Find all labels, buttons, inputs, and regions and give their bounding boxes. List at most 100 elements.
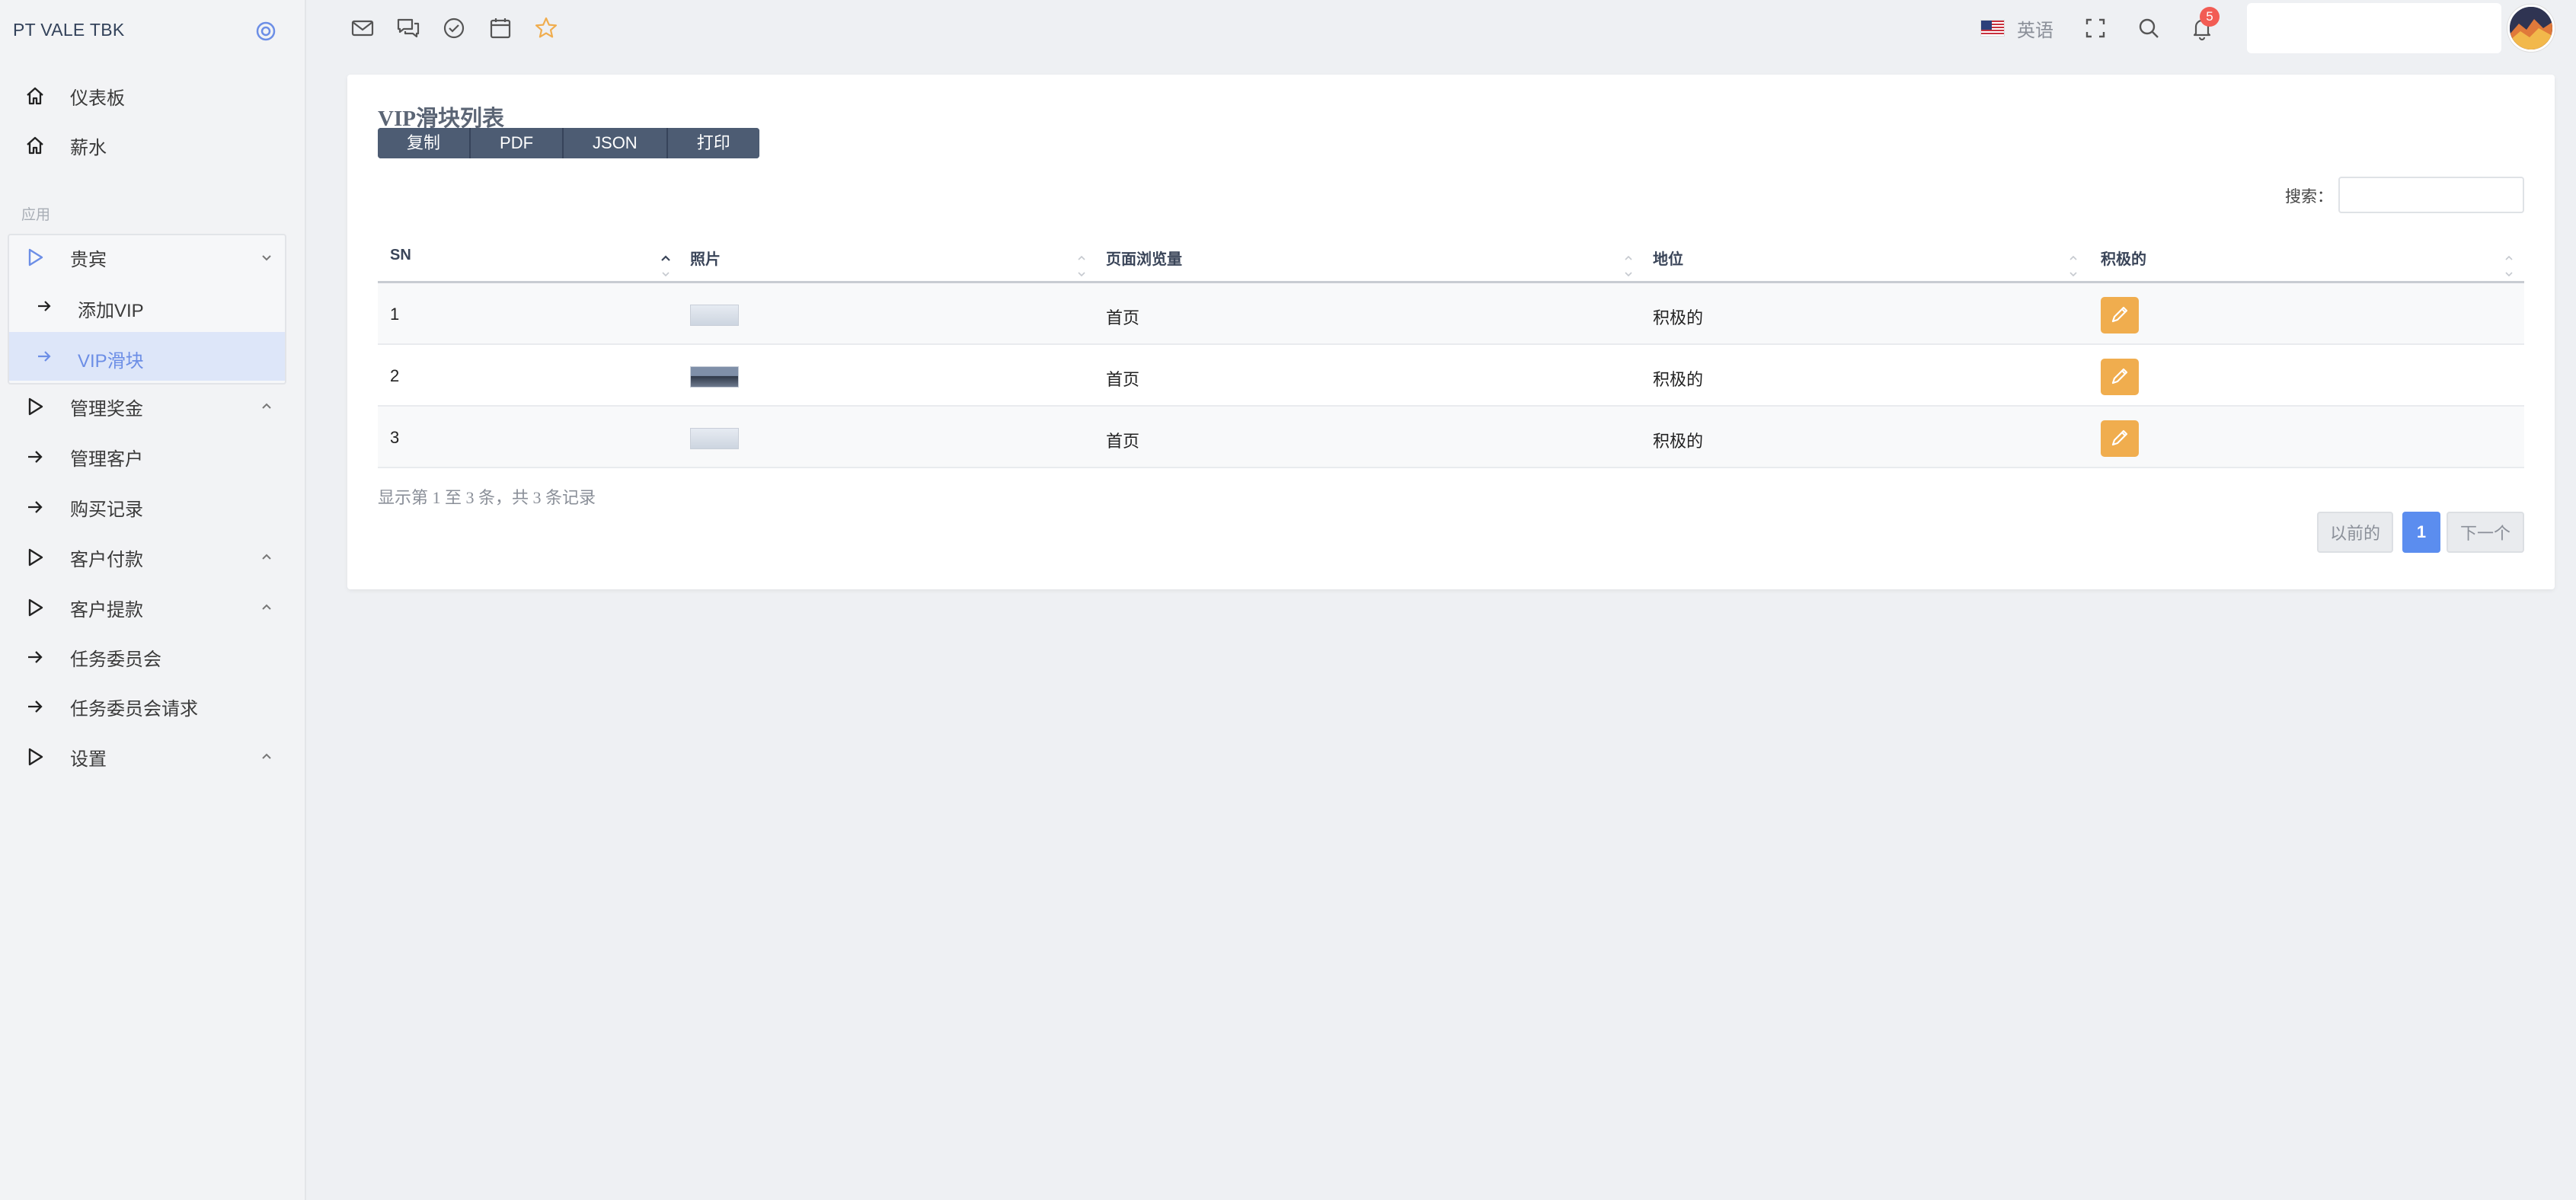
chevron-up-icon bbox=[259, 550, 274, 565]
arrow-right-icon bbox=[24, 446, 46, 468]
json-button[interactable]: JSON bbox=[564, 128, 668, 158]
mail-icon[interactable] bbox=[350, 15, 376, 41]
sort-icon[interactable] bbox=[2067, 250, 2079, 280]
chevron-up-icon bbox=[259, 399, 274, 414]
sidebar-item-purchases[interactable]: 购买记录 bbox=[8, 483, 286, 531]
sidebar-item-customer-payments[interactable]: 客户付款 bbox=[8, 533, 286, 582]
home-icon bbox=[24, 135, 46, 156]
sort-asc-icon[interactable] bbox=[660, 250, 672, 280]
search-label: 搜索： bbox=[2285, 188, 2333, 206]
play-icon bbox=[24, 396, 46, 417]
sidebar-item-label: 管理奖金 bbox=[70, 398, 143, 420]
page-1-button[interactable]: 1 bbox=[2402, 512, 2440, 553]
cell-sn: 1 bbox=[390, 305, 400, 324]
language-selector[interactable]: 英语 bbox=[1980, 15, 2053, 41]
arrow-right-icon bbox=[35, 297, 53, 315]
arrow-right-icon bbox=[24, 696, 46, 717]
copy-button[interactable]: 复制 bbox=[378, 128, 471, 158]
export-button-group: 复制 PDF JSON 打印 bbox=[378, 128, 759, 158]
vip-table: SN 照片 页面浏览量 地位 积极的 1 首页 积极的 2 首页 积极的 3 首… bbox=[378, 233, 2524, 468]
edit-button[interactable] bbox=[2101, 420, 2139, 457]
sidebar-item-label: 客户提款 bbox=[70, 599, 143, 621]
section-label: 应用 bbox=[21, 207, 51, 223]
table-search-input[interactable] bbox=[2338, 177, 2524, 213]
calendar-icon[interactable] bbox=[487, 15, 513, 41]
arrow-right-icon bbox=[24, 646, 46, 668]
cell-sn: 2 bbox=[390, 366, 400, 385]
chevron-up-icon bbox=[259, 749, 274, 764]
sidebar-item-label: 薪水 bbox=[70, 137, 107, 158]
cell-status: 积极的 bbox=[1653, 432, 1704, 451]
table-header: SN 照片 页面浏览量 地位 积极的 bbox=[378, 233, 2524, 283]
sidebar-item-task-committee[interactable]: 任务委员会 bbox=[8, 633, 286, 681]
sort-icon[interactable] bbox=[1622, 250, 1635, 280]
sort-icon[interactable] bbox=[2503, 250, 2515, 280]
sidebar: PT VALE TBK 仪表板 薪水 应用 贵宾 添加VIP VIP滑块 管理奖… bbox=[0, 0, 306, 1200]
column-header-photo[interactable]: 照片 bbox=[690, 247, 721, 269]
play-icon bbox=[24, 746, 46, 768]
sidebar-item-add-vip[interactable]: 添加VIP bbox=[9, 282, 285, 330]
sidebar-item-settings[interactable]: 设置 bbox=[8, 732, 286, 781]
sidebar-item-label: VIP滑块 bbox=[78, 351, 144, 372]
sort-icon[interactable] bbox=[1075, 250, 1088, 280]
play-icon bbox=[24, 247, 46, 268]
language-label: 英语 bbox=[2017, 20, 2053, 41]
photo-thumbnail[interactable] bbox=[690, 428, 739, 449]
cell-page: 首页 bbox=[1106, 370, 1140, 389]
sidebar-item-label: 贵宾 bbox=[70, 249, 107, 270]
avatar[interactable] bbox=[2507, 5, 2555, 52]
sidebar-item-label: 购买记录 bbox=[70, 499, 143, 520]
play-icon bbox=[24, 597, 46, 618]
top-search-input[interactable] bbox=[2247, 3, 2501, 53]
table-row: 3 首页 积极的 bbox=[378, 407, 2524, 468]
pdf-button[interactable]: PDF bbox=[471, 128, 564, 158]
sidebar-item-salary[interactable]: 薪水 bbox=[8, 121, 286, 170]
sidebar-item-label: 任务委员会 bbox=[70, 649, 161, 670]
target-icon[interactable] bbox=[254, 20, 277, 43]
column-header-page-views[interactable]: 页面浏览量 bbox=[1106, 247, 1182, 269]
sidebar-item-label: 仪表板 bbox=[70, 88, 125, 109]
check-circle-icon[interactable] bbox=[441, 15, 467, 41]
column-header-status[interactable]: 地位 bbox=[1653, 247, 1683, 269]
sidebar-item-vip-slider[interactable]: VIP滑块 bbox=[9, 332, 285, 381]
sidebar-item-label: 设置 bbox=[70, 748, 107, 770]
vip-slider-card: VIP滑块列表 复制 PDF JSON 打印 搜索： SN 照片 页面浏览量 地… bbox=[347, 75, 2555, 589]
table-info: 显示第 1 至 3 条，共 3 条记录 bbox=[378, 488, 596, 507]
chevron-up-icon bbox=[259, 600, 274, 615]
sidebar-item-bonus[interactable]: 管理奖金 bbox=[8, 382, 286, 431]
sidebar-item-dashboard[interactable]: 仪表板 bbox=[8, 72, 286, 120]
photo-thumbnail[interactable] bbox=[690, 305, 739, 326]
sidebar-item-label: 管理客户 bbox=[70, 448, 143, 470]
sidebar-item-label: 添加VIP bbox=[78, 301, 144, 321]
sidebar-item-customer-withdrawals[interactable]: 客户提款 bbox=[8, 583, 286, 632]
brand-name: PT VALE TBK bbox=[13, 20, 125, 40]
sidebar-item-customers[interactable]: 管理客户 bbox=[8, 432, 286, 481]
us-flag-icon bbox=[1980, 20, 2005, 37]
column-header-active[interactable]: 积极的 bbox=[2101, 247, 2146, 269]
play-icon bbox=[24, 547, 46, 568]
chat-icon[interactable] bbox=[395, 15, 421, 41]
sidebar-item-task-committee-requests[interactable]: 任务委员会请求 bbox=[8, 682, 286, 731]
notification-badge: 5 bbox=[2200, 7, 2220, 27]
arrow-right-icon bbox=[35, 347, 53, 365]
sidebar-item-vip[interactable]: 贵宾 bbox=[8, 233, 286, 282]
arrow-right-icon bbox=[24, 496, 46, 518]
fullscreen-icon[interactable] bbox=[2082, 15, 2108, 41]
star-icon[interactable] bbox=[533, 15, 559, 41]
search-icon[interactable] bbox=[2136, 15, 2162, 41]
cell-page: 首页 bbox=[1106, 308, 1140, 327]
cell-status: 积极的 bbox=[1653, 370, 1704, 389]
photo-thumbnail[interactable] bbox=[690, 366, 739, 388]
edit-button[interactable] bbox=[2101, 297, 2139, 334]
prev-page-button[interactable]: 以前的 bbox=[2317, 512, 2393, 553]
sidebar-item-label: 任务委员会请求 bbox=[70, 698, 198, 720]
chevron-down-icon bbox=[259, 250, 274, 265]
table-row: 2 首页 积极的 bbox=[378, 345, 2524, 407]
home-icon bbox=[24, 85, 46, 107]
edit-button[interactable] bbox=[2101, 359, 2139, 395]
cell-sn: 3 bbox=[390, 428, 400, 447]
next-page-button[interactable]: 下一个 bbox=[2447, 512, 2524, 553]
cell-page: 首页 bbox=[1106, 432, 1140, 451]
column-header-sn[interactable]: SN bbox=[390, 247, 411, 264]
print-button[interactable]: 打印 bbox=[667, 128, 759, 158]
